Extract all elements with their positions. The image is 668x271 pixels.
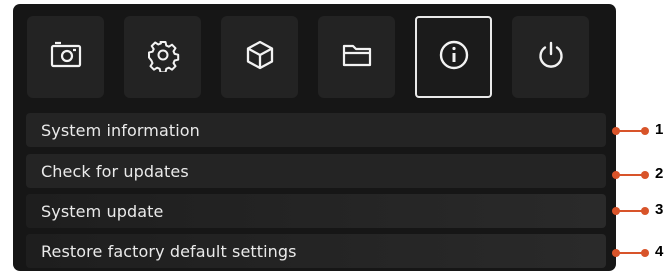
callout-4: 4 bbox=[612, 243, 668, 260]
gear-icon bbox=[146, 38, 180, 76]
menu-item-system-update[interactable]: System update bbox=[26, 194, 606, 228]
callout-number: 1 bbox=[655, 121, 664, 138]
menu-item-label: Check for updates bbox=[41, 161, 189, 181]
menu-item-label: System update bbox=[41, 201, 164, 221]
camera-icon bbox=[49, 38, 83, 76]
menu-item-check-for-updates[interactable]: Check for updates bbox=[26, 154, 606, 188]
menu-item-system-information[interactable]: System information bbox=[26, 113, 606, 147]
tab-files[interactable] bbox=[318, 16, 395, 98]
info-icon bbox=[437, 38, 471, 76]
callout-number: 4 bbox=[655, 243, 664, 260]
menu-item-label: System information bbox=[41, 120, 200, 140]
tab-settings[interactable] bbox=[124, 16, 201, 98]
settings-panel: System information Check for updates Sys… bbox=[13, 4, 616, 271]
callout-1: 1 bbox=[612, 121, 668, 138]
menu-item-restore-factory-defaults[interactable]: Restore factory default settings bbox=[26, 234, 606, 268]
tab-3d[interactable] bbox=[221, 16, 298, 98]
tab-camera[interactable] bbox=[27, 16, 104, 98]
callout-3: 3 bbox=[612, 201, 668, 218]
tab-info[interactable] bbox=[415, 16, 492, 98]
folder-icon bbox=[340, 38, 374, 76]
callout-2: 2 bbox=[612, 165, 668, 182]
callout-number: 2 bbox=[655, 165, 664, 182]
menu-item-label: Restore factory default settings bbox=[41, 241, 297, 261]
cube-icon bbox=[243, 38, 277, 76]
power-icon bbox=[534, 38, 568, 76]
callout-number: 3 bbox=[655, 201, 664, 218]
tab-power[interactable] bbox=[512, 16, 589, 98]
